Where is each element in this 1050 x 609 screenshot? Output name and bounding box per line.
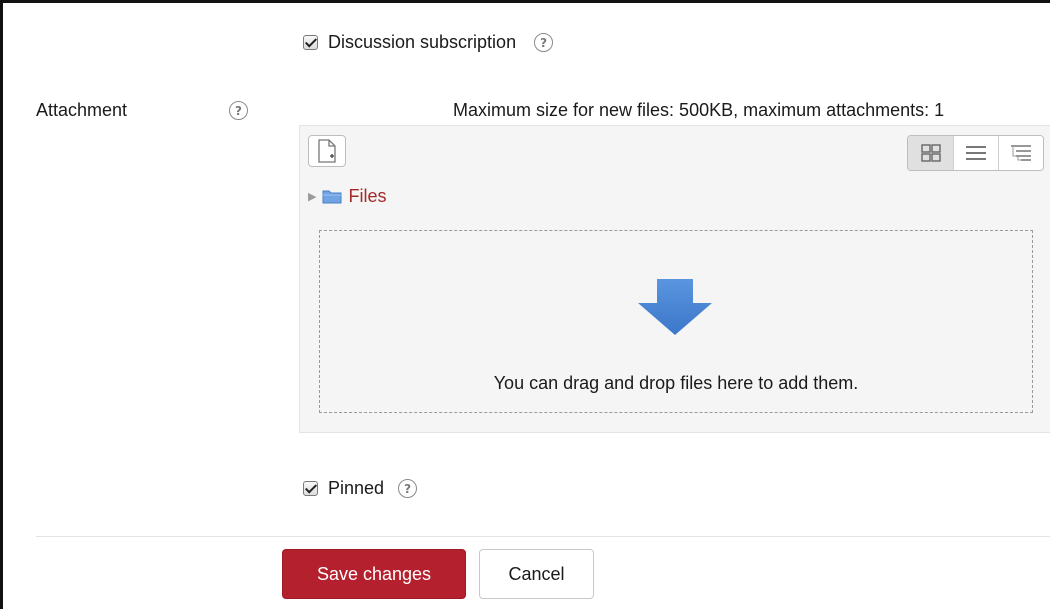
add-file-button[interactable] bbox=[308, 135, 346, 167]
view-icons-button[interactable] bbox=[908, 136, 953, 170]
help-icon[interactable]: ? bbox=[534, 33, 554, 52]
drop-instructions: You can drag and drop files here to add … bbox=[493, 373, 859, 393]
divider bbox=[36, 536, 1050, 537]
folder-tree: ▶ Files bbox=[308, 186, 386, 207]
save-changes-button[interactable]: Save changes bbox=[282, 549, 466, 599]
pinned-checkbox[interactable] bbox=[303, 481, 318, 496]
drop-zone[interactable]: You can drag and drop files here to add … bbox=[319, 230, 1033, 413]
add-file-icon bbox=[318, 139, 336, 163]
expand-arrow-icon[interactable]: ▶ bbox=[308, 190, 316, 203]
pinned-label[interactable]: Pinned bbox=[328, 478, 384, 499]
tree-view-icon bbox=[1011, 145, 1031, 161]
view-list-button[interactable] bbox=[953, 136, 998, 170]
pinned-row: Pinned ? bbox=[303, 478, 418, 499]
view-tree-button[interactable] bbox=[998, 136, 1043, 170]
discussion-subscription-checkbox[interactable] bbox=[303, 35, 318, 50]
file-manager: ▶ Files You can drag and drop files here… bbox=[299, 125, 1050, 433]
discussion-subscription-label[interactable]: Discussion subscription bbox=[328, 32, 516, 53]
help-icon[interactable]: ? bbox=[229, 101, 248, 120]
view-switcher bbox=[907, 135, 1044, 171]
grid-view-icon bbox=[920, 144, 941, 162]
help-icon[interactable]: ? bbox=[398, 479, 418, 498]
attachment-label: Attachment bbox=[36, 100, 128, 120]
folder-icon bbox=[322, 190, 342, 204]
down-arrow-icon bbox=[638, 279, 712, 335]
max-size-info: Maximum size for new files: 500KB, maxim… bbox=[453, 100, 945, 120]
discussion-subscription-row: Discussion subscription ? bbox=[303, 32, 554, 53]
cancel-button[interactable]: Cancel bbox=[479, 549, 594, 599]
list-view-icon bbox=[966, 146, 986, 160]
files-folder-link[interactable]: Files bbox=[348, 186, 386, 207]
